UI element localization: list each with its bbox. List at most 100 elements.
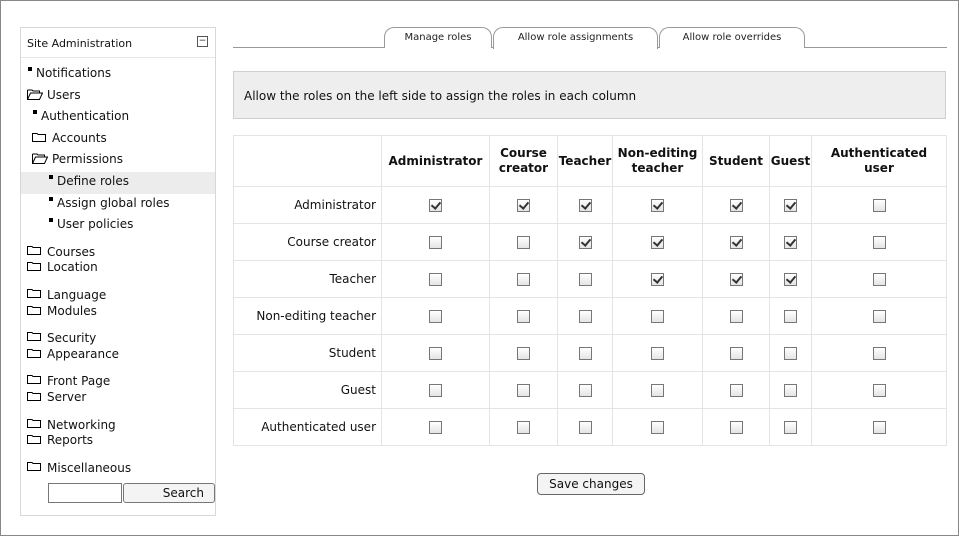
- checkbox-unchecked[interactable]: [517, 236, 530, 249]
- checkbox-unchecked[interactable]: [429, 384, 442, 397]
- sidebar-item-front-page[interactable]: Front Page: [21, 366, 215, 388]
- checkbox-unchecked[interactable]: [651, 421, 664, 434]
- collapse-icon[interactable]: −: [197, 36, 208, 47]
- checkbox-unchecked[interactable]: [784, 421, 797, 434]
- sidebar-item-server[interactable]: Server: [21, 388, 215, 410]
- sidebar-item-appearance[interactable]: Appearance: [21, 345, 215, 367]
- search-button[interactable]: Search: [123, 483, 215, 503]
- sidebar-item-reports[interactable]: Reports: [21, 431, 215, 453]
- checkbox-unchecked[interactable]: [517, 421, 530, 434]
- row-role-label: Guest: [233, 371, 382, 409]
- checkbox-unchecked[interactable]: [729, 310, 743, 323]
- checkbox-checked[interactable]: [429, 199, 442, 212]
- table-cell: [612, 223, 703, 261]
- sidebar-item-define-roles[interactable]: Define roles: [21, 171, 215, 194]
- checkbox-unchecked[interactable]: [651, 347, 664, 360]
- table-row: Administrator: [233, 186, 947, 224]
- checkbox-unchecked[interactable]: [578, 273, 592, 286]
- folder-open-icon: [27, 89, 43, 100]
- checkbox-checked[interactable]: [517, 199, 530, 212]
- checkbox-unchecked[interactable]: [429, 310, 442, 323]
- checkbox-unchecked[interactable]: [429, 236, 442, 249]
- table-cell: [702, 223, 770, 261]
- sidebar-item-user-policies[interactable]: User policies: [21, 215, 215, 237]
- table-cell: [489, 260, 558, 298]
- table-cell: [489, 371, 558, 409]
- checkbox-unchecked[interactable]: [578, 310, 592, 323]
- checkbox-unchecked[interactable]: [872, 236, 886, 249]
- checkbox-unchecked[interactable]: [517, 310, 530, 323]
- table-cell: [769, 223, 812, 261]
- checkbox-unchecked[interactable]: [517, 273, 530, 286]
- sidebar-item-modules[interactable]: Modules: [21, 302, 215, 324]
- folder-icon: [27, 434, 41, 445]
- row-role-label: Authenticated user: [233, 408, 382, 446]
- sidebar-item-authentication[interactable]: Authentication: [21, 107, 215, 129]
- checkbox-unchecked[interactable]: [872, 273, 886, 286]
- sidebar-item-label: Security: [47, 331, 97, 346]
- column-header: Teacher: [557, 135, 613, 187]
- tab-manage-roles[interactable]: Manage roles: [384, 27, 492, 48]
- checkbox-unchecked[interactable]: [729, 421, 743, 434]
- checkbox-unchecked[interactable]: [784, 384, 797, 397]
- table-cell: [557, 297, 613, 335]
- checkbox-unchecked[interactable]: [517, 347, 530, 360]
- checkbox-unchecked[interactable]: [429, 273, 442, 286]
- sidebar-item-location[interactable]: Location: [21, 258, 215, 280]
- folder-icon: [27, 461, 41, 471]
- sidebar-item-users[interactable]: Users: [21, 86, 215, 108]
- checkbox-unchecked[interactable]: [651, 384, 664, 397]
- table-cell: [381, 260, 490, 298]
- checkbox-unchecked[interactable]: [517, 384, 530, 397]
- search-input[interactable]: [48, 483, 122, 503]
- sidebar-item-permissions[interactable]: Permissions: [21, 150, 215, 172]
- checkbox-unchecked[interactable]: [872, 421, 886, 434]
- sidebar-item-networking[interactable]: Networking: [21, 410, 215, 432]
- checkbox-unchecked[interactable]: [729, 347, 743, 360]
- checkbox-checked[interactable]: [651, 236, 664, 249]
- table-cell: [557, 223, 613, 261]
- table-cell: [557, 186, 613, 224]
- checkbox-checked[interactable]: [729, 273, 743, 286]
- checkbox-checked[interactable]: [578, 199, 592, 212]
- table-cell: [381, 297, 490, 335]
- sidebar-item-miscellaneous[interactable]: Miscellaneous: [21, 453, 215, 475]
- checkbox-unchecked[interactable]: [872, 384, 886, 397]
- checkbox-unchecked[interactable]: [429, 421, 442, 434]
- tab-allow-role-overrides[interactable]: Allow role overrides: [659, 27, 805, 48]
- checkbox-checked[interactable]: [784, 273, 797, 286]
- checkbox-unchecked[interactable]: [578, 347, 592, 360]
- save-changes-button[interactable]: Save changes: [537, 473, 645, 495]
- table-cell: [702, 371, 770, 409]
- sidebar-item-accounts[interactable]: Accounts: [21, 129, 215, 151]
- checkbox-unchecked[interactable]: [429, 347, 442, 360]
- table-cell: [612, 371, 703, 409]
- checkbox-checked[interactable]: [784, 199, 797, 212]
- checkbox-unchecked[interactable]: [872, 347, 886, 360]
- table-cell: [702, 186, 770, 224]
- checkbox-checked[interactable]: [729, 236, 743, 249]
- sidebar-item-security[interactable]: Security: [21, 323, 215, 345]
- sidebar-item-language[interactable]: Language: [21, 280, 215, 302]
- checkbox-unchecked[interactable]: [578, 384, 592, 397]
- checkbox-checked[interactable]: [651, 273, 664, 286]
- checkbox-checked[interactable]: [729, 199, 743, 212]
- sidebar-item-courses[interactable]: Courses: [21, 237, 215, 259]
- checkbox-checked[interactable]: [651, 199, 664, 212]
- tab-allow-role-assignments[interactable]: Allow role assignments: [493, 27, 658, 49]
- checkbox-checked[interactable]: [784, 236, 797, 249]
- sidebar-item-notifications[interactable]: Notifications: [21, 64, 215, 86]
- site-administration-block: Site Administration − Notifications Users…: [20, 27, 216, 516]
- column-header-text: teacher: [631, 161, 684, 175]
- checkbox-unchecked[interactable]: [784, 347, 797, 360]
- checkbox-unchecked[interactable]: [651, 310, 664, 323]
- checkbox-checked[interactable]: [578, 236, 592, 249]
- checkbox-unchecked[interactable]: [872, 310, 886, 323]
- sidebar-item-assign-global-roles[interactable]: Assign global roles: [21, 194, 215, 216]
- checkbox-unchecked[interactable]: [578, 421, 592, 434]
- checkbox-unchecked[interactable]: [729, 384, 743, 397]
- checkbox-unchecked[interactable]: [784, 310, 797, 323]
- table-row: Non-editing teacher: [233, 297, 947, 335]
- checkbox-unchecked[interactable]: [872, 199, 886, 212]
- row-role-label: Course creator: [233, 223, 382, 261]
